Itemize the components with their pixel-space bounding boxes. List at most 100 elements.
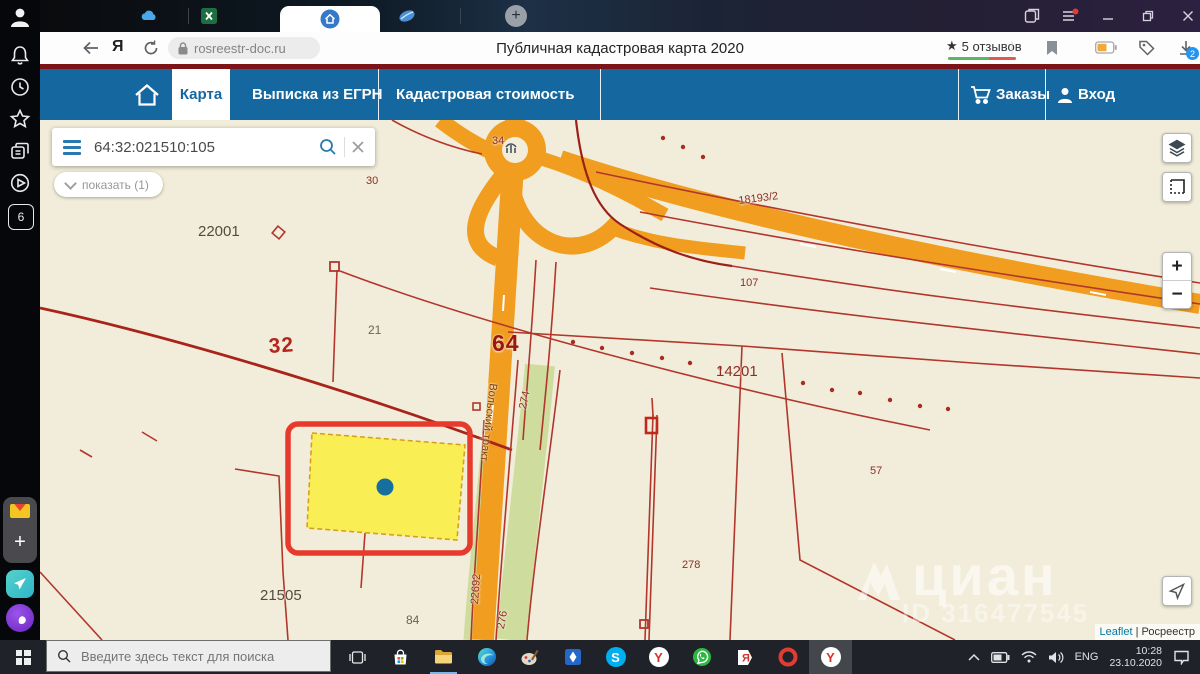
- search-icon: [57, 649, 71, 663]
- browser-tabstrip: +: [40, 0, 1200, 32]
- map-label: 22001: [198, 224, 240, 239]
- nav-login[interactable]: Вход: [1078, 69, 1115, 120]
- tab-cloud-icon[interactable]: [140, 7, 158, 25]
- taskbar-clock[interactable]: 10:2823.10.2020: [1109, 645, 1162, 669]
- add-widget-plus-icon[interactable]: +: [3, 527, 37, 557]
- skype-icon[interactable]: S: [594, 640, 637, 674]
- star-icon: ★: [946, 38, 958, 54]
- tab-counter-badge[interactable]: 6: [8, 204, 34, 230]
- close-window-icon[interactable]: [1178, 8, 1198, 24]
- taskbar-search-box[interactable]: [46, 640, 331, 672]
- map-label: 107: [740, 278, 758, 289]
- map-label: 276: [496, 610, 510, 630]
- browser-window: + Я rosreestr-doc.ru: [40, 0, 1200, 640]
- tab-active-cadastral-map[interactable]: [280, 6, 380, 32]
- nav-tab-egrn[interactable]: Выписка из ЕГРН: [252, 69, 382, 120]
- browser-menu-icon[interactable]: [1060, 8, 1080, 24]
- language-indicator[interactable]: ENG: [1075, 651, 1099, 663]
- feedback-hub-icon[interactable]: [551, 640, 594, 674]
- map-label: 21: [368, 324, 381, 336]
- browser-toolbar: Я rosreestr-doc.ru Публичная кадастровая…: [40, 32, 1200, 65]
- new-tab-button[interactable]: +: [505, 5, 527, 27]
- task-view-button[interactable]: [336, 640, 379, 674]
- collections-cards-icon[interactable]: [9, 140, 31, 162]
- toolbar-divider: [1003, 39, 1021, 57]
- cadastral-search-input[interactable]: [92, 138, 318, 157]
- whatsapp-icon[interactable]: [680, 640, 723, 674]
- opera-icon[interactable]: [766, 640, 809, 674]
- yandex-app-icon[interactable]: Я: [723, 640, 766, 674]
- url-text: rosreestr-doc.ru: [194, 41, 286, 56]
- cadastral-map[interactable]: 34302200118193/2107213264142012745727821…: [40, 120, 1200, 640]
- side-panels-icon[interactable]: [1022, 8, 1042, 24]
- home-icon[interactable]: [133, 69, 161, 120]
- bookmarks-star-icon[interactable]: [9, 108, 31, 130]
- minimize-window-icon[interactable]: [1098, 8, 1118, 24]
- map-label: 34: [492, 136, 504, 147]
- measure-area-button[interactable]: [1162, 172, 1192, 202]
- map-label: 22692: [470, 573, 483, 604]
- tab-excel-icon[interactable]: [200, 7, 218, 25]
- map-attribution: Leaflet | Росреестр: [1095, 624, 1200, 640]
- map-label: 274: [518, 390, 533, 410]
- search-icon[interactable]: [318, 137, 338, 157]
- map-label: 18193/2: [738, 191, 779, 207]
- menu-hamburger-icon[interactable]: [52, 128, 92, 166]
- messenger-icon[interactable]: [6, 570, 34, 598]
- nav-orders[interactable]: Заказы: [996, 69, 1050, 120]
- map-label: 64: [492, 332, 520, 355]
- map-label: 57: [870, 466, 882, 477]
- nav-tab-cost[interactable]: Кадастровая стоимость: [396, 69, 575, 120]
- login-person-icon[interactable]: [1056, 69, 1074, 120]
- microsoft-store-icon[interactable]: [379, 640, 422, 674]
- page-title: Публичная кадастровая карта 2020: [496, 32, 744, 64]
- history-clock-icon[interactable]: [9, 76, 31, 98]
- taskbar-search-input[interactable]: [79, 648, 313, 665]
- restore-window-icon[interactable]: [1138, 8, 1158, 24]
- video-play-icon[interactable]: [9, 172, 31, 194]
- address-bar[interactable]: rosreestr-doc.ru: [168, 37, 320, 59]
- tab-comet-icon[interactable]: [398, 7, 416, 25]
- zoom-out-button[interactable]: −: [1163, 281, 1191, 308]
- cart-icon[interactable]: [970, 69, 992, 120]
- mail-icon[interactable]: [10, 504, 30, 518]
- hidden-icons-chevron[interactable]: [968, 653, 980, 661]
- screen: 6 + +: [0, 0, 1200, 674]
- svg-text:Я: Я: [742, 652, 750, 664]
- layers-button[interactable]: [1162, 133, 1192, 163]
- show-results-pill[interactable]: показать (1): [54, 172, 163, 197]
- mail-widget-group: +: [3, 497, 37, 563]
- bookmark-flag-icon[interactable]: [1043, 39, 1061, 57]
- yandex-start-button[interactable]: Я: [112, 38, 124, 56]
- file-explorer-icon[interactable]: [422, 640, 465, 674]
- alice-assistant-icon[interactable]: [6, 604, 34, 632]
- notifications-bell-icon[interactable]: [9, 44, 31, 66]
- edge-browser-icon[interactable]: [465, 640, 508, 674]
- windows-logo-icon: [16, 650, 31, 665]
- lock-icon: [178, 42, 188, 55]
- map-label: 32: [268, 334, 295, 357]
- volume-icon[interactable]: [1048, 651, 1064, 664]
- browser-side-panel: 6 +: [0, 0, 40, 640]
- reviews-rating-bar: [948, 57, 1016, 60]
- start-button[interactable]: [0, 640, 46, 674]
- site-navigation: Карта Выписка из ЕГРН Кадастровая стоимо…: [40, 69, 1200, 120]
- paint3d-icon[interactable]: [508, 640, 551, 674]
- back-icon[interactable]: [82, 39, 100, 57]
- battery-icon[interactable]: [991, 652, 1010, 663]
- downloads-count-badge: 2: [1186, 47, 1199, 60]
- price-tag-icon[interactable]: [1138, 39, 1156, 57]
- chevron-down-icon: [64, 177, 77, 190]
- leaflet-link[interactable]: Leaflet: [1100, 626, 1133, 638]
- clear-search-icon[interactable]: [351, 140, 365, 154]
- yandex-browser-icon[interactable]: Y: [637, 640, 680, 674]
- refresh-icon[interactable]: [142, 39, 160, 57]
- locate-me-button[interactable]: [1162, 576, 1192, 606]
- action-center-icon[interactable]: [1173, 650, 1190, 665]
- zoom-in-button[interactable]: +: [1163, 253, 1191, 281]
- battery-saver-icon[interactable]: [1095, 39, 1113, 57]
- profile-avatar-icon[interactable]: [9, 6, 31, 28]
- wifi-icon[interactable]: [1021, 651, 1037, 663]
- nav-tab-map[interactable]: Карта: [172, 69, 230, 120]
- yandex-browser-active-icon[interactable]: Y: [809, 640, 852, 674]
